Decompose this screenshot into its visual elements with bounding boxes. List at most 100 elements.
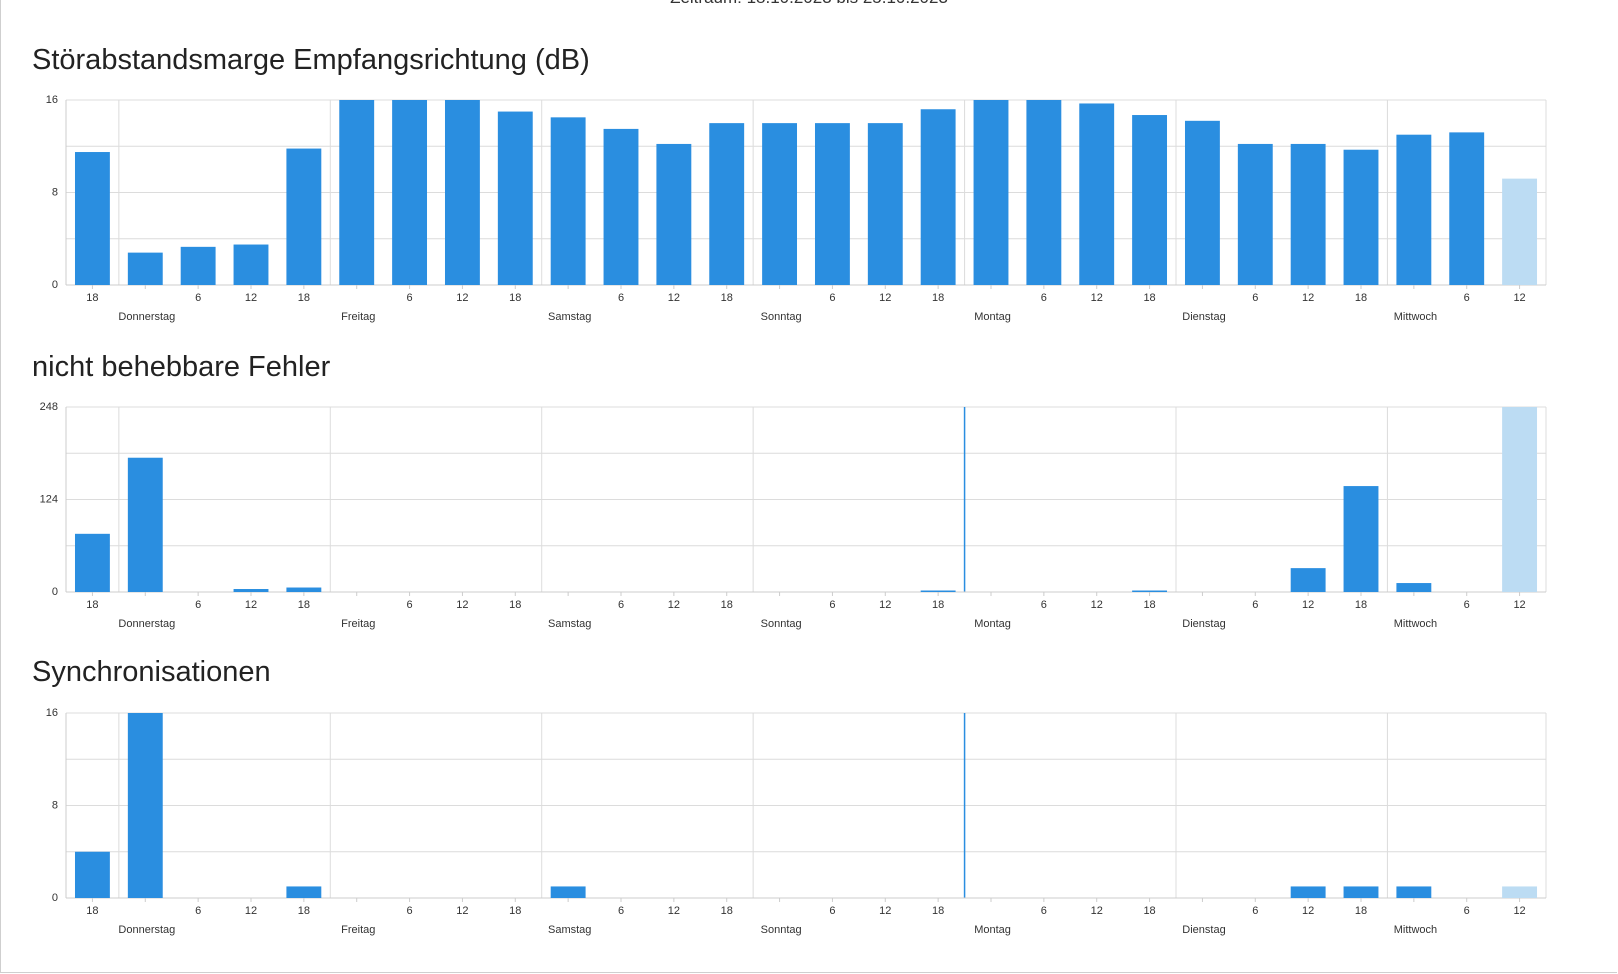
x-tick-label: 6 (1252, 599, 1258, 611)
x-tick-label: 12 (1513, 599, 1525, 611)
day-label: Mittwoch (1394, 924, 1437, 936)
x-tick-label: 12 (668, 905, 680, 917)
bar (74, 851, 110, 898)
bar (656, 143, 692, 285)
day-label: Montag (974, 924, 1011, 936)
bar (1290, 568, 1326, 592)
x-tick-label: 18 (298, 905, 310, 917)
chart-title-snr: Störabstandsmarge Empfangsrichtung (dB) (32, 44, 590, 76)
y-tick-label: 124 (40, 494, 58, 506)
x-tick-label: 18 (509, 599, 521, 611)
bar (1396, 583, 1432, 592)
day-label: Donnerstag (118, 924, 175, 936)
chart-sync: 0 8 16 18 6 12 18 6 12 18 6 12 18 6 12 18 6 12 18 6 12 18 6 12 D… (46, 707, 1547, 936)
x-tick-label: 6 (1252, 292, 1258, 304)
x-tick-label: 6 (195, 599, 201, 611)
x-tick-label: 6 (407, 905, 413, 917)
x-tick-label: 18 (298, 599, 310, 611)
y-tick-label: 16 (46, 94, 58, 106)
x-tick-label: 18 (1143, 599, 1155, 611)
x-tick-label: 12 (1091, 599, 1103, 611)
x-tick-label: 6 (1041, 292, 1047, 304)
x-tick-label: 6 (1252, 905, 1258, 917)
x-tick-label: 18 (298, 292, 310, 304)
x-tick-label: 12 (1302, 599, 1314, 611)
bar (1449, 132, 1485, 285)
bar (814, 123, 850, 285)
bar (1026, 100, 1062, 285)
x-tick-label: 12 (1091, 905, 1103, 917)
x-tick-label: 18 (932, 292, 944, 304)
x-tick-label: 18 (932, 599, 944, 611)
bar (1132, 590, 1168, 592)
bar (867, 123, 903, 285)
bar (920, 109, 956, 285)
y-tick-label: 8 (52, 800, 58, 812)
bar (709, 123, 745, 285)
x-tick-label: 12 (879, 292, 891, 304)
x-tick-label: 6 (195, 292, 201, 304)
period-label: Zeitraum: 18.10.2023 bis 25.10.2023 (0, 0, 1618, 8)
day-label: Montag (974, 618, 1011, 630)
x-tick-label: 18 (1355, 292, 1367, 304)
day-label: Samstag (548, 311, 591, 323)
bar (233, 589, 269, 592)
bar (1343, 149, 1379, 285)
bar (1237, 143, 1273, 285)
x-tick-label: 6 (1464, 292, 1470, 304)
bar (286, 587, 322, 592)
bar (1132, 115, 1168, 285)
day-label: Donnerstag (118, 311, 175, 323)
bar (603, 128, 639, 285)
bar (444, 100, 480, 285)
bar (1343, 886, 1379, 898)
x-tick-label: 12 (245, 905, 257, 917)
x-tick-label: 18 (1355, 905, 1367, 917)
day-label: Mittwoch (1394, 311, 1437, 323)
x-tick-label: 18 (509, 292, 521, 304)
bar (497, 111, 533, 285)
bar (233, 244, 269, 285)
bar (550, 886, 586, 898)
day-label: Dienstag (1182, 924, 1225, 936)
bar (1079, 103, 1115, 285)
bar (127, 457, 163, 592)
day-label: Montag (974, 311, 1011, 323)
day-label: Mittwoch (1394, 618, 1437, 630)
bar (127, 252, 163, 285)
day-label: Freitag (341, 311, 375, 323)
y-tick-label: 0 (52, 586, 58, 598)
x-tick-label: 6 (829, 905, 835, 917)
y-tick-label: 16 (46, 707, 58, 719)
x-tick-label: 18 (1355, 599, 1367, 611)
chart-errors: 0 124 248 18 6 12 18 6 12 18 6 12 18 6 12 18 6 12 18 6 12 18 6… (40, 401, 1547, 630)
x-tick-label: 6 (618, 905, 624, 917)
x-tick-label: 6 (407, 292, 413, 304)
x-tick-label: 6 (618, 599, 624, 611)
bar (1396, 134, 1432, 285)
x-tick-label: 18 (86, 905, 98, 917)
bar (286, 148, 322, 285)
chart-snr: 0 8 16 18 6 12 18 6 12 18 6 12 18 6 12 18 6 12 18 6 12 18 6 12 D… (46, 94, 1547, 323)
y-tick-label: 8 (52, 187, 58, 199)
x-tick-label: 12 (879, 905, 891, 917)
bar (127, 713, 163, 898)
x-tick-label: 12 (245, 292, 257, 304)
y-tick-label: 0 (52, 279, 58, 291)
bar (1343, 486, 1379, 592)
bar (286, 886, 322, 898)
x-tick-label: 12 (1513, 905, 1525, 917)
x-tick-label: 6 (1464, 599, 1470, 611)
x-tick-label: 18 (1143, 292, 1155, 304)
x-tick-label: 6 (407, 599, 413, 611)
day-label: Dienstag (1182, 311, 1225, 323)
x-tick-label: 18 (721, 905, 733, 917)
x-tick-label: 12 (245, 599, 257, 611)
x-tick-label: 18 (1143, 905, 1155, 917)
x-tick-label: 12 (456, 599, 468, 611)
x-tick-label: 12 (1302, 905, 1314, 917)
bar-partial (1502, 407, 1538, 592)
bar (1290, 886, 1326, 898)
day-label: Freitag (341, 924, 375, 936)
x-tick-label: 12 (1302, 292, 1314, 304)
